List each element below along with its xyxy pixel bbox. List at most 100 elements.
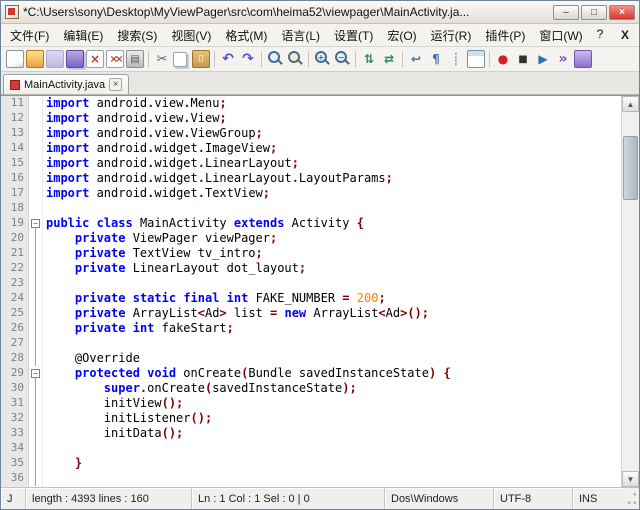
- close-file-icon[interactable]: [86, 50, 104, 68]
- code-line[interactable]: import android.widget.LinearLayout.Layou…: [43, 171, 621, 186]
- code-line[interactable]: }: [43, 456, 621, 471]
- print-icon[interactable]: [126, 50, 144, 68]
- line-number[interactable]: 34: [1, 441, 28, 456]
- code-line[interactable]: private TextView tv_intro;: [43, 246, 621, 261]
- line-number[interactable]: 18: [1, 201, 28, 216]
- fold-margin[interactable]: [29, 96, 43, 487]
- status-insert-mode[interactable]: INS: [573, 488, 625, 509]
- fold-collapse-icon[interactable]: [29, 366, 42, 381]
- menu-item-plugins[interactable]: 插件(P): [478, 25, 532, 46]
- line-number[interactable]: 33: [1, 426, 28, 441]
- app-icon[interactable]: [5, 5, 19, 19]
- code-line[interactable]: initView();: [43, 396, 621, 411]
- code-line[interactable]: [43, 336, 621, 351]
- code-line[interactable]: [43, 276, 621, 291]
- menu-close-x[interactable]: X: [613, 28, 637, 42]
- redo-icon[interactable]: [239, 50, 257, 68]
- tab-close-icon[interactable]: ×: [109, 78, 123, 91]
- code-line[interactable]: [43, 471, 621, 486]
- menu-item-settings[interactable]: 设置(T): [327, 25, 380, 46]
- code-line[interactable]: import android.widget.TextView;: [43, 186, 621, 201]
- line-number[interactable]: 17: [1, 186, 28, 201]
- line-number[interactable]: 27: [1, 336, 28, 351]
- scrollbar-track[interactable]: [622, 112, 639, 471]
- line-number[interactable]: 25: [1, 306, 28, 321]
- close-button[interactable]: ×: [609, 4, 635, 20]
- save-all-icon[interactable]: [66, 50, 84, 68]
- copy-icon[interactable]: [173, 51, 187, 67]
- indent-guide-icon[interactable]: [447, 50, 465, 68]
- line-number[interactable]: 15: [1, 156, 28, 171]
- user-dialog-icon[interactable]: [467, 50, 485, 68]
- minimize-button[interactable]: –: [553, 4, 579, 20]
- sync-h-icon[interactable]: [380, 50, 398, 68]
- code-line[interactable]: public class MainActivity extends Activi…: [43, 216, 621, 231]
- sync-v-icon[interactable]: [360, 50, 378, 68]
- line-number[interactable]: 22: [1, 261, 28, 276]
- menu-item-view[interactable]: 视图(V): [164, 25, 218, 46]
- resize-grip[interactable]: [625, 488, 639, 509]
- line-number[interactable]: 11: [1, 96, 28, 111]
- code-editor[interactable]: 11 12 13 14 15 16 17 18 19 20 21 22 23 24 25 26 27 28 29 30…: [1, 95, 639, 487]
- line-number[interactable]: 35: [1, 456, 28, 471]
- menu-item-window[interactable]: 窗口(W): [532, 25, 589, 46]
- code-line[interactable]: @Override: [43, 351, 621, 366]
- line-number[interactable]: 19: [1, 216, 28, 231]
- menu-item-run[interactable]: 运行(R): [424, 25, 479, 46]
- line-number[interactable]: 26: [1, 321, 28, 336]
- open-file-icon[interactable]: [26, 50, 44, 68]
- code-area[interactable]: import android.view.Menu; import android.…: [43, 96, 621, 487]
- multi-play-icon[interactable]: [554, 50, 572, 68]
- find-icon[interactable]: [266, 50, 284, 68]
- code-line[interactable]: initListener();: [43, 411, 621, 426]
- save-file-icon[interactable]: [46, 50, 64, 68]
- show-all-chars-icon[interactable]: [427, 50, 445, 68]
- save-macro-icon[interactable]: [574, 50, 592, 68]
- scroll-up-arrow-icon[interactable]: ▲: [622, 96, 639, 112]
- fold-collapse-icon[interactable]: [29, 216, 42, 231]
- code-line[interactable]: import android.view.ViewGroup;: [43, 126, 621, 141]
- code-line[interactable]: private LinearLayout dot_layout;: [43, 261, 621, 276]
- code-line[interactable]: initData();: [43, 426, 621, 441]
- line-number[interactable]: 20: [1, 231, 28, 246]
- code-line[interactable]: protected void onCreate(Bundle savedInst…: [43, 366, 621, 381]
- line-number[interactable]: 14: [1, 141, 28, 156]
- line-number[interactable]: 36: [1, 471, 28, 486]
- line-number[interactable]: 21: [1, 246, 28, 261]
- scroll-down-arrow-icon[interactable]: ▼: [622, 471, 639, 487]
- menu-item-search[interactable]: 搜索(S): [110, 25, 164, 46]
- status-encoding[interactable]: UTF-8: [494, 488, 573, 509]
- menu-item-macro[interactable]: 宏(O): [380, 25, 423, 46]
- paste-icon[interactable]: [192, 50, 210, 68]
- line-number[interactable]: 28: [1, 351, 28, 366]
- line-number[interactable]: 13: [1, 126, 28, 141]
- line-number[interactable]: 29: [1, 366, 28, 381]
- cut-icon[interactable]: [153, 50, 171, 68]
- stop-macro-icon[interactable]: [514, 50, 532, 68]
- line-number[interactable]: 30: [1, 381, 28, 396]
- code-line[interactable]: [43, 441, 621, 456]
- word-wrap-icon[interactable]: [407, 50, 425, 68]
- menu-item-language[interactable]: 语言(L): [274, 25, 327, 46]
- replace-icon[interactable]: [286, 50, 304, 68]
- code-line[interactable]: import android.view.View;: [43, 111, 621, 126]
- code-line[interactable]: [43, 201, 621, 216]
- code-line[interactable]: private int fakeStart;: [43, 321, 621, 336]
- menu-item-help[interactable]: ?: [590, 25, 611, 46]
- code-line[interactable]: super.onCreate(savedInstanceState);: [43, 381, 621, 396]
- code-line[interactable]: import android.view.Menu;: [43, 96, 621, 111]
- line-number[interactable]: 24: [1, 291, 28, 306]
- menu-item-file[interactable]: 文件(F): [3, 25, 56, 46]
- status-eol-format[interactable]: Dos\Windows: [385, 488, 494, 509]
- code-line[interactable]: import android.widget.ImageView;: [43, 141, 621, 156]
- line-number[interactable]: 16: [1, 171, 28, 186]
- menu-item-format[interactable]: 格式(M): [218, 25, 274, 46]
- scrollbar-thumb[interactable]: [623, 136, 638, 200]
- vertical-scrollbar[interactable]: ▲ ▼: [621, 96, 639, 487]
- menu-item-edit[interactable]: 编辑(E): [56, 25, 110, 46]
- new-file-icon[interactable]: [6, 50, 24, 68]
- line-number-gutter[interactable]: 11 12 13 14 15 16 17 18 19 20 21 22 23 24 25 26 27 28 29 30…: [1, 96, 29, 487]
- play-macro-icon[interactable]: [534, 50, 552, 68]
- line-number[interactable]: 32: [1, 411, 28, 426]
- code-line[interactable]: private ViewPager viewPager;: [43, 231, 621, 246]
